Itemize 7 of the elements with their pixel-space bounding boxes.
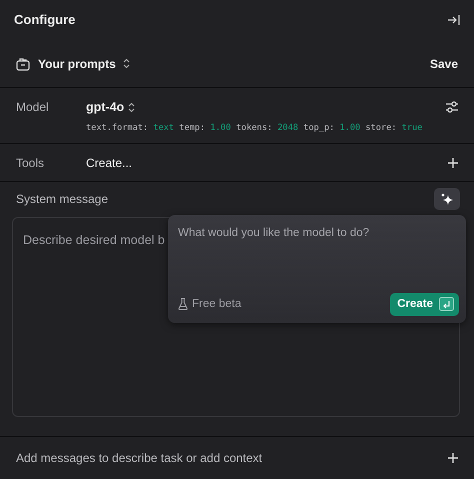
beta-label: Free beta xyxy=(178,296,242,313)
model-parameters: text.format: text temp: 1.00 tokens: 2048 top_p: 1.00 store: true xyxy=(86,122,424,135)
system-message-label: System message xyxy=(16,191,108,208)
model-label: Model xyxy=(16,99,50,116)
add-messages-label: Add messages to describe task or add context xyxy=(16,450,262,467)
tools-label: Tools xyxy=(16,154,46,172)
panel-title: Configure xyxy=(14,11,76,30)
